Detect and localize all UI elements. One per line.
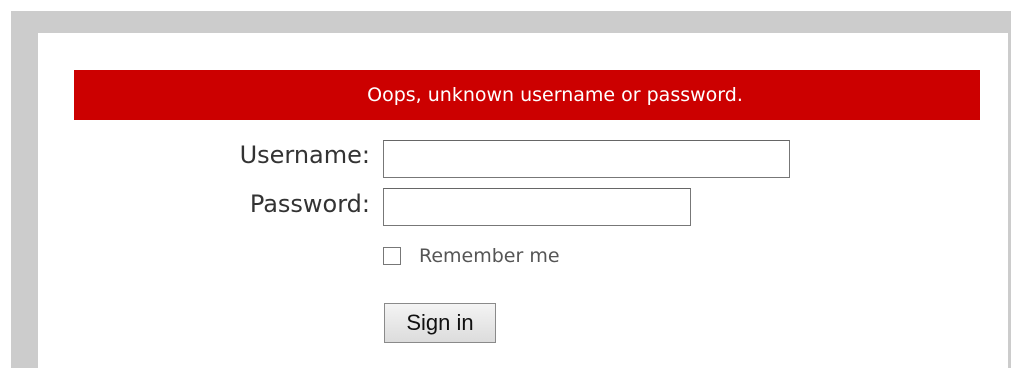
password-input[interactable] [383, 188, 691, 226]
login-page: Oops, unknown username or password. User… [0, 0, 1011, 368]
username-label: Username: [239, 141, 370, 169]
remember-me-option[interactable]: Remember me [383, 245, 560, 267]
remember-me-checkbox[interactable] [383, 247, 401, 265]
login-frame: Oops, unknown username or password. User… [11, 11, 1011, 368]
remember-me-label: Remember me [419, 245, 560, 267]
username-input[interactable] [383, 140, 790, 178]
password-label: Password: [249, 190, 370, 218]
error-banner: Oops, unknown username or password. [74, 70, 980, 120]
login-panel: Oops, unknown username or password. User… [38, 33, 1008, 368]
sign-in-button[interactable]: Sign in [384, 303, 496, 343]
